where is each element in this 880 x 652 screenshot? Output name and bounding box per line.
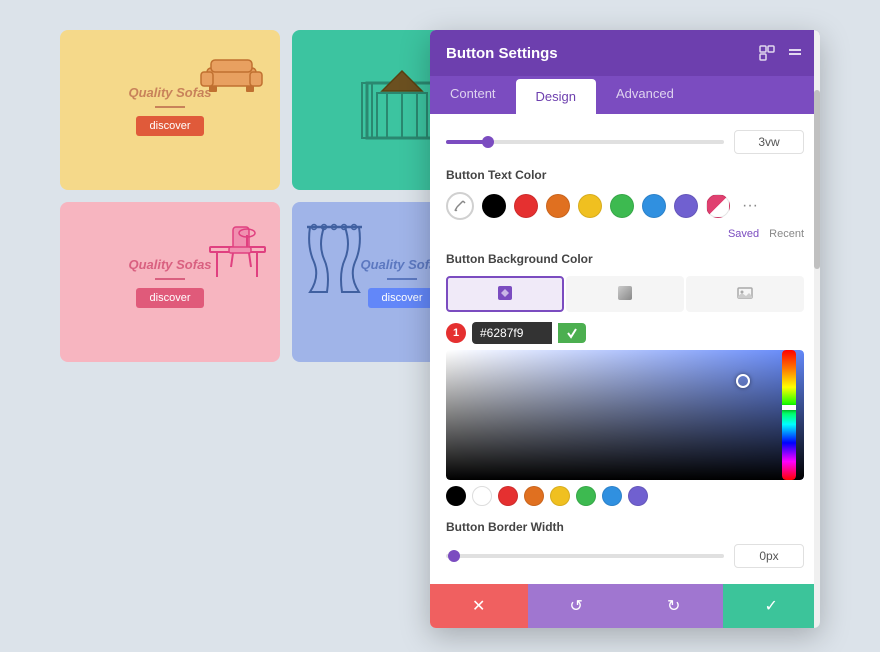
bg-option-image[interactable] [686, 276, 804, 312]
card-pink-title: Quality Sofas [128, 257, 211, 272]
card-blue-discover-btn[interactable]: discover [368, 288, 437, 308]
tab-design[interactable]: Design [516, 79, 596, 114]
card-blue-divider [387, 278, 417, 280]
modal-scrollbar[interactable] [814, 30, 820, 628]
text-size-slider-track[interactable] [446, 140, 724, 144]
bottom-swatch-black[interactable] [446, 486, 466, 506]
card-pink-btn[interactable]: discover [136, 288, 205, 308]
btn-bg-color-label: Button Background Color [446, 252, 804, 266]
swatch-green[interactable] [610, 194, 634, 218]
modal-title: Button Settings [446, 45, 558, 62]
modal-header: Button Settings [430, 30, 820, 76]
bottom-swatch-yellow[interactable] [550, 486, 570, 506]
bottom-swatch-white[interactable] [472, 486, 492, 506]
swatch-pink-white[interactable] [706, 194, 730, 218]
swatch-orange[interactable] [546, 194, 570, 218]
card-yellow-divider [155, 106, 185, 108]
modal-scroll-thumb[interactable] [814, 90, 820, 269]
swatch-black[interactable] [482, 194, 506, 218]
hex-confirm-btn[interactable] [558, 323, 586, 343]
hex-input-row: 1 [446, 322, 804, 344]
bottom-swatches-row [446, 486, 804, 506]
gradient-icon [616, 284, 634, 305]
swatch-blue[interactable] [642, 194, 666, 218]
card-yellow-btn[interactable]: discover [136, 116, 205, 136]
bottom-swatch-cyan[interactable] [602, 486, 622, 506]
solid-icon [496, 284, 514, 305]
color-swatches-row: ··· [446, 192, 804, 220]
hex-input[interactable] [472, 322, 552, 344]
text-size-input[interactable] [734, 130, 804, 154]
sofa-icon [199, 50, 264, 100]
color-canvas[interactable] [446, 350, 804, 480]
bg-option-solid[interactable] [446, 276, 564, 312]
border-width-label: Button Border Width [446, 520, 804, 534]
hue-slider[interactable] [782, 350, 796, 480]
hue-handle [782, 405, 796, 410]
cancel-button[interactable]: ✕ [430, 584, 528, 628]
border-slider-row [446, 544, 804, 568]
confirm-button[interactable]: ✓ [723, 584, 821, 628]
tab-content[interactable]: Content [430, 76, 516, 114]
desk-icon [205, 217, 270, 302]
card-pink: Quality Sofas discover [60, 202, 280, 362]
more-swatches-btn[interactable]: ··· [738, 194, 762, 218]
modal-footer: ✕ ↺ ↻ ✓ [430, 584, 820, 628]
card-pink-divider [155, 278, 185, 280]
bottom-swatch-red[interactable] [498, 486, 518, 506]
badge-1: 1 [446, 323, 466, 343]
bottom-swatch-orange[interactable] [524, 486, 544, 506]
border-slider-track[interactable] [446, 554, 724, 558]
curtain-icon [302, 217, 367, 307]
text-size-slider-row [446, 130, 804, 154]
saved-label: Saved [728, 228, 759, 240]
modal-body: Button Text Color ··· Saved R [430, 114, 820, 584]
modal-tabs: Content Design Advanced [430, 76, 820, 114]
reset-button[interactable]: ↺ [528, 584, 626, 628]
button-settings-modal: Button Settings Content Design Advanced [430, 30, 820, 628]
text-size-slider-thumb[interactable] [482, 136, 494, 148]
border-slider-thumb[interactable] [448, 550, 460, 562]
redo-button[interactable]: ↻ [625, 584, 723, 628]
tab-advanced[interactable]: Advanced [596, 76, 694, 114]
bg-color-options [446, 276, 804, 312]
expand-icon[interactable] [758, 44, 776, 62]
color-picker-container: 1 [446, 322, 804, 506]
recent-label: Recent [769, 228, 804, 240]
modal-header-icons [758, 44, 804, 62]
swatch-purple[interactable] [674, 194, 698, 218]
image-icon [736, 284, 754, 305]
bg-option-gradient[interactable] [566, 276, 684, 312]
eyedropper-icon[interactable] [446, 192, 474, 220]
swatch-red[interactable] [514, 194, 538, 218]
btn-text-color-label: Button Text Color [446, 168, 804, 182]
swatch-yellow[interactable] [578, 194, 602, 218]
saved-recent-row: Saved Recent [446, 228, 804, 240]
card-yellow: Quality Sofas discover [60, 30, 280, 190]
collapse-icon[interactable] [786, 44, 804, 62]
bottom-swatch-green[interactable] [576, 486, 596, 506]
bottom-swatch-purple[interactable] [628, 486, 648, 506]
border-width-input[interactable] [734, 544, 804, 568]
